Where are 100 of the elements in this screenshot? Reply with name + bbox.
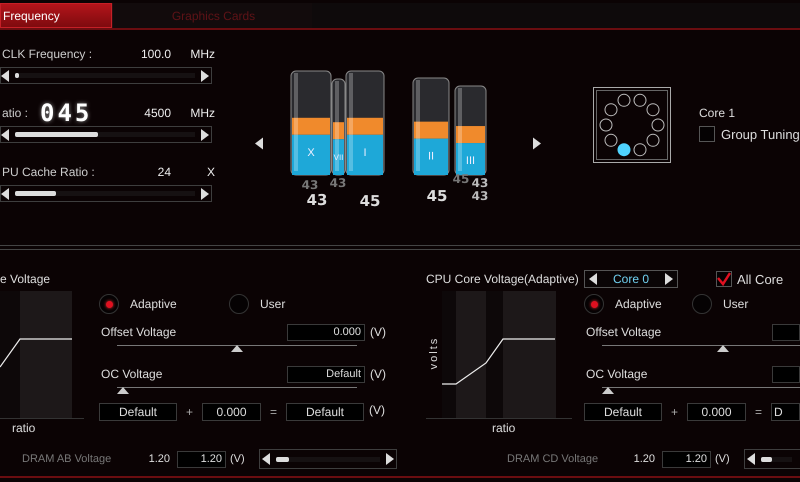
core-selector-value: Core 0 bbox=[612, 272, 650, 286]
checkbox[interactable] bbox=[716, 271, 732, 287]
field-label: Offset Voltage bbox=[585, 325, 662, 339]
axis-label: ratio bbox=[11, 420, 36, 437]
arrow-left-icon[interactable] bbox=[1, 70, 9, 82]
field-label: OC Voltage bbox=[585, 367, 648, 381]
input-field[interactable]: Default bbox=[99, 403, 177, 421]
input-field[interactable] bbox=[772, 366, 800, 382]
core-dot[interactable] bbox=[652, 118, 664, 132]
slider-track[interactable] bbox=[276, 456, 380, 462]
slider-thumb[interactable] bbox=[717, 345, 729, 352]
input-field[interactable]: 1.20 bbox=[177, 450, 226, 468]
checkbox-label: All Core bbox=[737, 272, 784, 286]
core-dot[interactable] bbox=[600, 118, 612, 132]
arrow-left-icon[interactable] bbox=[746, 453, 755, 465]
setting-label: CLK Frequency : bbox=[1, 47, 92, 61]
unit-label: (V) bbox=[369, 403, 385, 417]
input-field[interactable]: 0.000 bbox=[287, 324, 365, 340]
arrow-right-icon[interactable] bbox=[201, 70, 209, 82]
cylinder-label: III bbox=[466, 155, 476, 168]
slider[interactable] bbox=[258, 449, 397, 469]
core-dot[interactable] bbox=[646, 134, 660, 147]
operator: + bbox=[670, 405, 679, 419]
arrow-right-icon[interactable] bbox=[665, 273, 673, 285]
panel-title: e Voltage bbox=[0, 271, 52, 288]
arrow-left-icon[interactable] bbox=[1, 188, 9, 200]
arrow-left-icon[interactable] bbox=[255, 136, 263, 150]
operator: + bbox=[184, 405, 194, 419]
input-field[interactable]: Default bbox=[287, 366, 365, 382]
unit-label: (V) bbox=[370, 325, 386, 339]
unit-label: (V) bbox=[230, 453, 245, 465]
radio-label: Adaptive bbox=[615, 297, 662, 311]
radio-button[interactable] bbox=[229, 294, 249, 314]
slider-thumb[interactable] bbox=[602, 387, 614, 394]
field-label: Offset Voltage bbox=[100, 325, 178, 339]
ratio-reading: 45 bbox=[452, 172, 470, 186]
slider[interactable] bbox=[0, 185, 212, 202]
arrow-right-icon[interactable] bbox=[201, 128, 209, 140]
slider[interactable] bbox=[744, 449, 800, 469]
unit-label: (V) bbox=[370, 367, 386, 381]
setting-value: 24 bbox=[158, 165, 171, 179]
input-field[interactable]: 0.000 bbox=[202, 403, 261, 421]
core-selector[interactable]: Core 0 bbox=[584, 270, 678, 288]
input-field[interactable]: 0.000 bbox=[687, 403, 746, 421]
checkbox[interactable] bbox=[699, 126, 715, 142]
arrow-right-icon[interactable] bbox=[201, 188, 209, 200]
arrow-left-icon[interactable] bbox=[589, 273, 597, 285]
slider-track[interactable] bbox=[760, 456, 792, 462]
unit-label: X bbox=[206, 165, 215, 179]
slider[interactable] bbox=[0, 67, 212, 84]
input-field[interactable]: 1.20 bbox=[662, 450, 711, 468]
cylinder-label: I bbox=[363, 146, 367, 159]
core-dot[interactable] bbox=[604, 134, 618, 147]
ratio-reading: 43 bbox=[330, 176, 346, 190]
operator: = bbox=[268, 405, 278, 419]
radio-label: Adaptive bbox=[130, 297, 177, 311]
slider-thumb[interactable] bbox=[231, 345, 243, 352]
input-field[interactable]: Default bbox=[584, 403, 662, 421]
setting-value: 4500 bbox=[144, 106, 171, 120]
core-dot[interactable] bbox=[604, 103, 618, 116]
slider-track[interactable] bbox=[15, 191, 195, 196]
cylinder-label: II bbox=[428, 150, 434, 163]
core-dot[interactable] bbox=[618, 94, 630, 107]
radio-button[interactable] bbox=[99, 294, 119, 314]
axis-label: volts bbox=[428, 336, 440, 370]
core-label: Core 1 bbox=[699, 106, 736, 122]
unit-label: MHz bbox=[189, 106, 215, 120]
ratio-reading: 45 bbox=[360, 192, 380, 210]
slider-track[interactable] bbox=[15, 132, 195, 137]
radio-button[interactable] bbox=[584, 294, 604, 314]
ratio-reading: 45 bbox=[426, 187, 448, 205]
core-dot[interactable] bbox=[618, 143, 630, 156]
field-label: DRAM AB Voltage bbox=[22, 453, 112, 465]
operator: = bbox=[754, 405, 763, 419]
input-field[interactable]: D bbox=[771, 403, 800, 421]
radio-label: User bbox=[723, 297, 748, 311]
field-label: OC Voltage bbox=[100, 367, 164, 381]
core-dot[interactable] bbox=[634, 143, 646, 156]
ratio-reading: 43 bbox=[472, 176, 488, 190]
input-field[interactable] bbox=[772, 324, 800, 340]
input-field[interactable]: Default bbox=[286, 403, 364, 421]
tab[interactable]: Frequency bbox=[0, 3, 112, 28]
cylinder-label: VII bbox=[334, 153, 344, 162]
core-dot[interactable] bbox=[634, 94, 646, 107]
setting-value: 1.20 bbox=[148, 453, 170, 465]
arrow-left-icon[interactable] bbox=[262, 453, 270, 465]
ratio-reading: 43 bbox=[302, 178, 318, 192]
slider-thumb[interactable] bbox=[117, 387, 129, 394]
radio-label: User bbox=[260, 297, 286, 311]
slider[interactable] bbox=[0, 126, 212, 143]
arrow-right-icon[interactable] bbox=[386, 453, 394, 465]
arrow-left-icon[interactable] bbox=[1, 128, 9, 140]
core-dot[interactable] bbox=[646, 103, 660, 116]
radio-button[interactable] bbox=[692, 294, 712, 314]
arrow-right-icon[interactable] bbox=[533, 136, 541, 150]
ratio-reading: 43 bbox=[306, 191, 328, 209]
checkbox-label: Group Tuning bbox=[721, 126, 800, 142]
slider-track[interactable] bbox=[15, 73, 195, 78]
setting-label: PU Cache Ratio : bbox=[1, 165, 95, 179]
ratio-reading: 43 bbox=[472, 189, 488, 203]
